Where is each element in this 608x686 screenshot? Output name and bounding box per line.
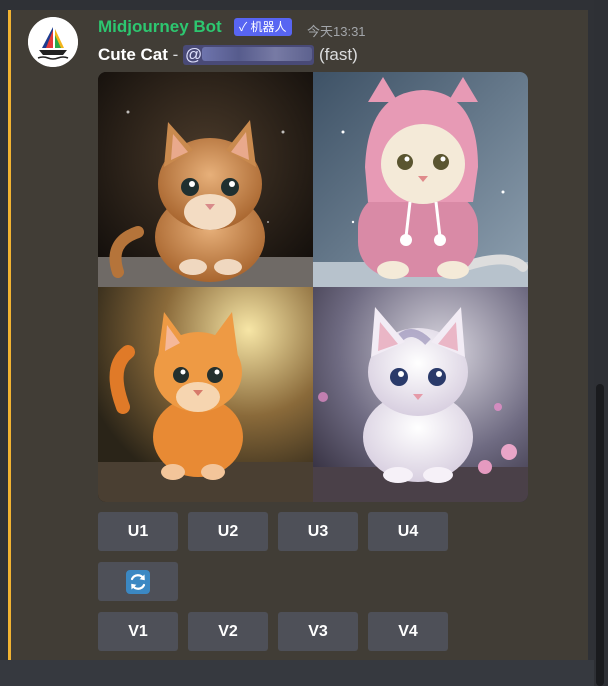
image-tile-3[interactable] xyxy=(98,287,313,502)
redacted-username xyxy=(202,47,313,61)
image-grid[interactable] xyxy=(98,72,528,502)
mention-prefix: @ xyxy=(185,45,203,64)
upscale-button-1[interactable]: U1 xyxy=(98,512,178,551)
image-tile-1[interactable] xyxy=(98,72,313,287)
kitten-image xyxy=(313,72,528,287)
speed-label: (fast) xyxy=(319,45,358,64)
message-timestamp[interactable]: 今天13:31 xyxy=(307,21,366,40)
refresh-icon xyxy=(126,570,150,594)
mention-highlight-bar xyxy=(8,10,11,660)
variation-button-2[interactable]: V2 xyxy=(188,612,268,651)
previous-message-edge xyxy=(0,0,608,10)
upscale-button-4[interactable]: U4 xyxy=(368,512,448,551)
reroll-button[interactable] xyxy=(98,562,178,601)
kitten-image xyxy=(98,287,313,502)
sailboat-icon xyxy=(28,17,78,67)
upscale-button-2[interactable]: U2 xyxy=(188,512,268,551)
image-tile-2[interactable] xyxy=(313,72,528,287)
avatar[interactable] xyxy=(28,17,78,67)
image-tile-4[interactable] xyxy=(313,287,528,502)
upscale-button-3[interactable]: U3 xyxy=(278,512,358,551)
next-message-edge xyxy=(0,660,608,686)
scrollbar-thumb[interactable] xyxy=(596,384,604,686)
kitten-image xyxy=(98,72,313,287)
bot-badge: ✓ 机器人 xyxy=(234,18,292,36)
user-mention[interactable]: @ xyxy=(183,45,315,65)
variation-button-4[interactable]: V4 xyxy=(368,612,448,651)
prompt-text: Cute Cat xyxy=(98,45,168,64)
kitten-image xyxy=(313,287,528,502)
author-name[interactable]: Midjourney Bot xyxy=(98,17,222,37)
variation-button-3[interactable]: V3 xyxy=(278,612,358,651)
prompt-line: Cute Cat - @ (fast) xyxy=(98,45,358,65)
prompt-separator: - xyxy=(167,45,184,64)
variation-button-1[interactable]: V1 xyxy=(98,612,178,651)
